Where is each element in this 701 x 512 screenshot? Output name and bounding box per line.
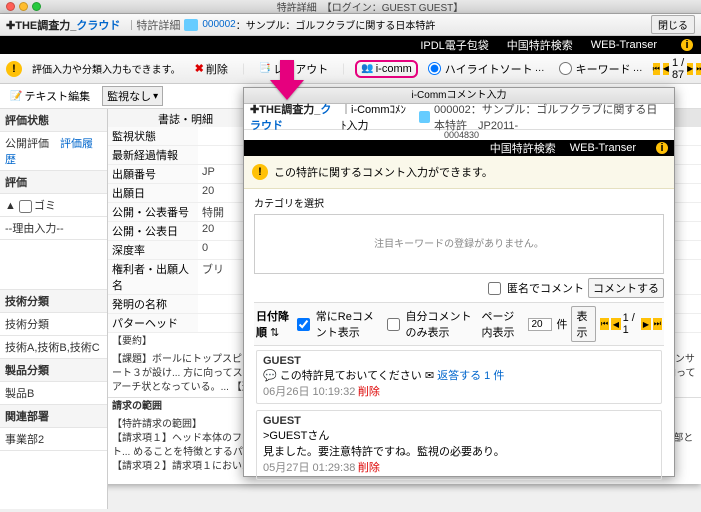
link-cn[interactable]: 中国特許検索 [507,37,573,53]
category-box[interactable]: 注目キーワードの登録がありません。 [254,214,664,274]
comment-list: GUEST 💬 この特許見ておいてください ✉ 返答する 1 件 06月26日 … [254,346,664,490]
link-ipdl[interactable]: IPDL電子包袋 [420,37,488,53]
post-comment-button[interactable]: コメントする [588,278,664,298]
sb-eval-state: 評価状態 [0,109,107,132]
breadcrumb: ｜特許詳細 [126,17,180,33]
mac-titlebar: 特許詳細 【ログイン：GUEST GUEST】 [0,0,701,14]
delete-button[interactable]: ✖削除 [191,59,232,79]
zoom-dot[interactable] [32,2,41,11]
record-id[interactable]: 000002 [202,19,235,30]
notice-icon: ! [252,164,268,180]
sb-product: 製品分類 [0,359,107,382]
popup-header: ✚THE調査力_クラウド ｜i-Commｺﾒﾝﾄ入力 000002：サンプル：ゴ… [244,104,674,130]
tip-text: 評価入力や分類入力もできます。 [28,59,185,78]
sidebar: 評価状態 公開評価 評価履歴 評価 ▲ ゴミ --理由入力-- 技術分類 技術分… [0,109,108,509]
app-logo: ✚THE調査力_クラウド [6,17,120,33]
min-dot[interactable] [19,2,28,11]
category-label: カテゴリを選択 [254,195,664,210]
reason-input[interactable]: --理由入力-- [0,217,107,240]
highlight-sort[interactable]: ハイライトソート … [424,59,549,79]
sb-dept: 関連部署 [0,405,107,428]
popup-bubble-icon [419,111,430,123]
pager-last[interactable]: ⏭ [696,63,701,75]
callout-arrow [270,60,304,103]
icomm-popup: i-Commコメント入力 ✚THE調査力_クラウド ｜i-Commｺﾒﾝﾄ入力 … [243,87,675,477]
pager-pos: 1 / 87 [672,57,684,81]
link-bar: IPDL電子包袋 中国特許検索 WEB-Transer i [0,36,701,54]
sb-eval: 評価 [0,171,107,194]
popup-logo: ✚THE調査力_クラウド [250,101,337,133]
delete-comment[interactable]: 削除 [358,386,380,398]
sb-tech: 技術分類 [0,290,107,313]
cmt-pager-next[interactable]: ▶ [641,318,650,330]
text-edit-button[interactable]: 📝テキスト編集 [6,86,94,106]
popup-notice: ! この特許に関するコメント入力ができます。 [244,156,674,189]
comment-item: GUEST >GUESTさん 見ました。要注意特許ですね。監視の必要あり。 05… [256,410,662,480]
watch-toggle[interactable]: 監視なし ▾ [102,86,163,106]
icomm-button[interactable]: 👥i-comm [355,60,418,78]
pager-prev[interactable]: ◀ [663,63,669,75]
page-size-input[interactable] [528,318,552,331]
cmt-pager-prev[interactable]: ◀ [611,318,620,330]
link-webtranser[interactable]: WEB-Transer [591,39,657,51]
close-dot[interactable] [6,2,15,11]
pager-first[interactable]: ⏮ [653,63,660,75]
cmt-pager-first[interactable]: ⏮ [600,318,609,330]
keyword-filter[interactable]: キーワード … [555,59,647,79]
bubble-icon [184,19,198,31]
always-re-check[interactable] [297,318,310,331]
window-title: 特許詳細 【ログイン：GUEST GUEST】 [45,0,695,14]
popup-linkbar: 中国特許検索 WEB-Transer i [244,140,674,156]
reply-link[interactable]: 返答する 1 件 [437,370,504,382]
tip-icon: ! [6,61,22,77]
toolbar: ! 評価入力や分類入力もできます。 ✖削除 ｜ 📑レイアウト ｜ 👥i-comm… [0,54,701,84]
comment-filter-bar: 日付降順 ⇅ 常にReコメント表示 自分コメントのみ表示 ページ内表示 件 表示… [254,302,664,346]
cmt-pager-last[interactable]: ⏭ [653,318,662,330]
close-button[interactable]: 閉じる [651,15,695,34]
comment-item: GUEST 💬 この特許見ておいてください ✉ 返答する 1 件 06月26日 … [256,350,662,404]
show-button[interactable]: 表示 [571,306,595,342]
anon-check[interactable] [488,282,501,295]
delete-comment[interactable]: 削除 [358,462,380,474]
tab-biblio[interactable]: 書誌・明細 [108,109,264,127]
app-header: ✚THE調査力_クラウド ｜特許詳細 000002 ：サンプル：ゴルフクラブに関… [0,14,701,36]
pager-next[interactable]: ▶ [687,63,693,75]
own-only-check[interactable] [387,318,400,331]
record-title: ：サンプル：ゴルフクラブに関する日本特許 [236,17,436,32]
sort-toggle[interactable]: 日付降順 ⇅ [256,308,293,340]
trash-check[interactable] [19,200,32,213]
